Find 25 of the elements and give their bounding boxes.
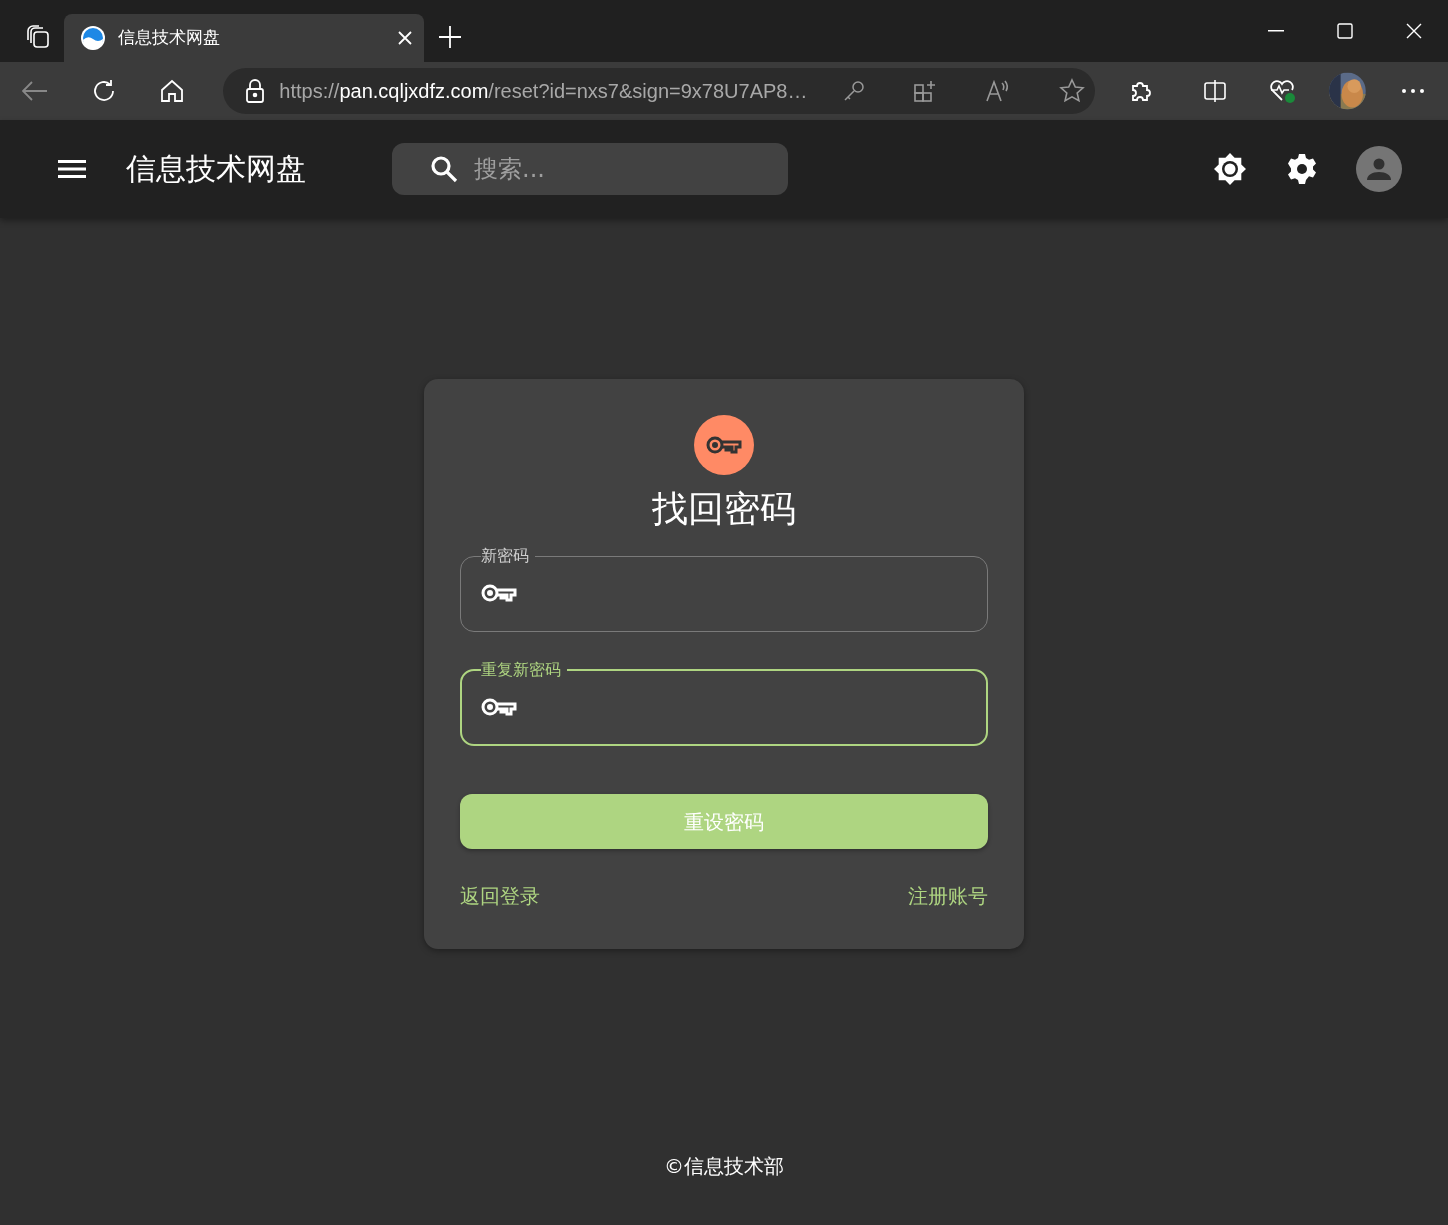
url-text: https://pan.cqljxdfz.com/reset?id=nxs7&sign=9x78U7AP8… [279, 79, 808, 104]
password-field[interactable]: 重复新密码 [460, 662, 988, 747]
app-title: 信息技术网盘 [126, 151, 306, 187]
password-field[interactable]: 新密码 [460, 548, 988, 633]
footer-text: ©信息技术部 [664, 1153, 784, 1180]
site-icon [80, 25, 106, 51]
key-icon[interactable] [843, 80, 866, 102]
field-label: 重复新密码 [481, 662, 562, 679]
address-bar[interactable]: https://pan.cqljxdfz.com/reset?id=nxs7&sign=9x78U7AP8… [223, 68, 1096, 114]
search-icon [430, 155, 458, 183]
field-label: 新密码 [481, 548, 530, 565]
link[interactable]: 注册账号 [908, 881, 988, 912]
key-icon [481, 696, 517, 717]
person-icon [1367, 157, 1391, 181]
search-field[interactable]: 搜索... [392, 143, 788, 195]
lock-icon[interactable] [245, 79, 266, 103]
user-avatar[interactable] [1356, 146, 1402, 192]
key-icon [694, 415, 754, 475]
browser-tab[interactable]: 信息技术网盘 [64, 14, 424, 62]
close-icon[interactable] [398, 31, 412, 45]
apps-icon[interactable] [913, 79, 938, 103]
card-title: 找回密码 [652, 487, 796, 531]
star-icon[interactable] [1059, 78, 1086, 104]
key-icon [481, 582, 517, 603]
link[interactable]: 返回登录 [460, 881, 540, 912]
